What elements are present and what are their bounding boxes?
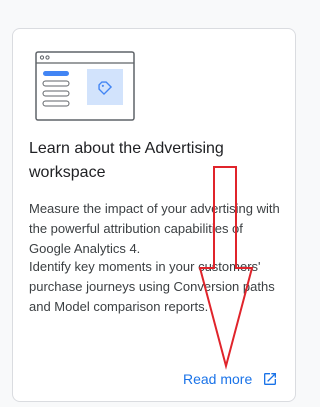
card-title: Learn about the Advertising workspace — [29, 140, 224, 181]
card-description-2: Identify key moments in your customers' … — [29, 259, 275, 314]
advertising-workspace-card: Learn about the Advertising workspace Me… — [12, 28, 296, 402]
browser-illustration — [35, 51, 135, 121]
card-description-1: Measure the impact of your advertising w… — [29, 201, 280, 256]
read-more-label: Read more — [183, 371, 253, 387]
read-more-link[interactable]: Read more — [183, 371, 278, 387]
open-in-new-icon — [264, 373, 277, 385]
